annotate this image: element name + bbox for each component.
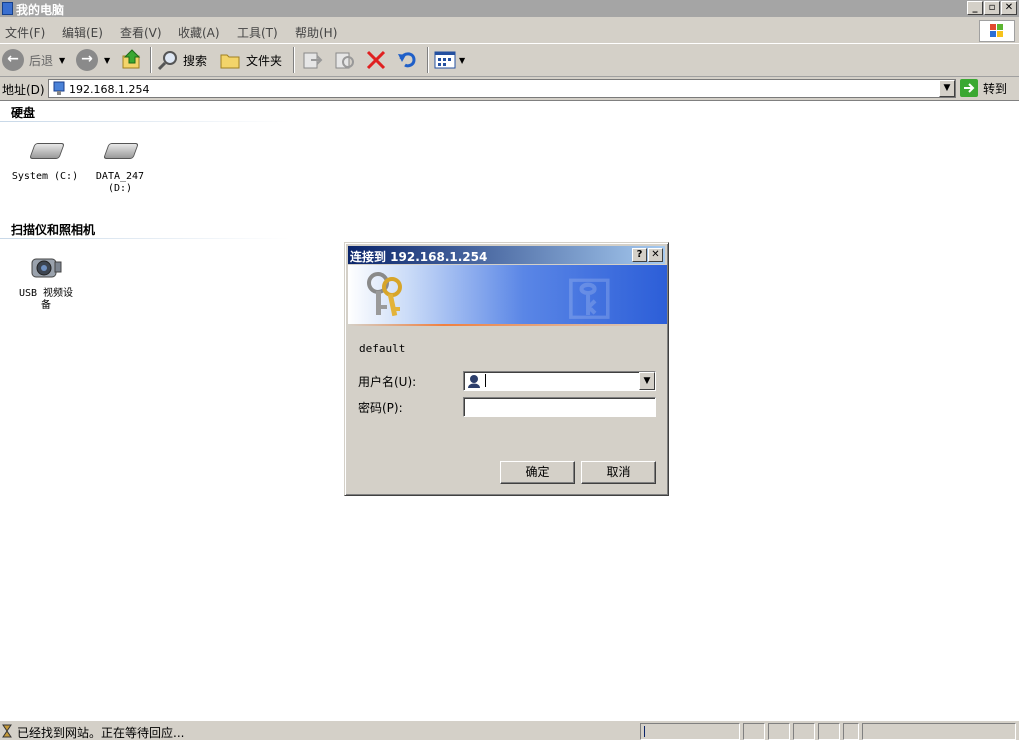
password-label: 密码(P):: [358, 401, 403, 415]
up-folder-icon: [122, 49, 141, 69]
undo-icon: [398, 52, 416, 68]
drive-item-d[interactable]: DATA_247 (D:): [88, 137, 152, 197]
forward-button[interactable]: → ▼: [76, 48, 110, 72]
title-bar: 我的电脑 _ ▫ ✕: [0, 0, 1019, 17]
status-text: 已经找到网站。正在等待回应...: [17, 726, 185, 740]
folder-icon: [220, 54, 240, 69]
menu-edit[interactable]: 编辑(E): [62, 24, 103, 41]
menu-bar: 文件(F) 编辑(E) 查看(V) 收藏(A) 工具(T) 帮助(H): [0, 17, 1019, 44]
delete-icon: [366, 50, 386, 70]
status-panel: [768, 723, 790, 740]
hourglass-icon: [2, 724, 12, 738]
menu-favorites[interactable]: 收藏(A): [178, 24, 220, 41]
status-bar: 已经找到网站。正在等待回应...: [0, 720, 1019, 740]
delete-button[interactable]: [365, 48, 387, 72]
copy-to-button[interactable]: [333, 48, 355, 72]
go-arrow-icon: [960, 79, 978, 97]
dialog-title-bar: 连接到 192.168.1.254 ? ✕: [348, 246, 665, 264]
forward-arrow-icon: →: [76, 49, 98, 71]
dropdown-arrow-icon: ▼: [59, 55, 66, 65]
back-label: 后退: [29, 53, 54, 68]
windows-logo-icon: [979, 20, 1015, 42]
ok-button[interactable]: 确定: [500, 461, 575, 484]
banner-watermark: ⚿: [568, 267, 611, 324]
progress-panel: [640, 723, 740, 740]
realm-text: default: [359, 342, 406, 355]
hard-drive-icon: [103, 143, 139, 159]
group-title-scanners: 扫描仪和照相机: [11, 223, 96, 237]
search-label: 搜索: [183, 53, 208, 68]
copy-to-icon: [335, 52, 354, 69]
up-folder-button[interactable]: [120, 48, 144, 72]
zone-panel: [862, 723, 1016, 740]
status-panel: [843, 723, 859, 740]
search-icon: [157, 51, 177, 71]
menu-help[interactable]: 帮助(H): [295, 24, 337, 41]
menu-file[interactable]: 文件(F): [5, 24, 45, 41]
move-to-button[interactable]: [301, 48, 323, 72]
address-input[interactable]: 192.168.1.254 ▼: [48, 79, 956, 98]
dropdown-arrow-icon: ▼: [104, 55, 111, 65]
status-panel: [743, 723, 765, 740]
keys-icon: [367, 272, 402, 317]
menu-view[interactable]: 查看(V): [120, 24, 162, 41]
camera-label: USB 视频设 备: [18, 288, 74, 311]
username-label: 用户名(U):: [358, 375, 417, 389]
dialog-help-button[interactable]: ?: [632, 248, 647, 262]
drive-label: DATA_247 (D:): [95, 171, 145, 194]
address-label: 地址(D): [2, 83, 45, 97]
move-to-icon: [303, 52, 323, 69]
group-title-disks: 硬盘: [11, 106, 36, 120]
text-cursor: [485, 374, 486, 387]
drive-item-c[interactable]: System (C:): [10, 137, 80, 189]
toolbar: ← 后退 ▼ → ▼ 搜索 文件夹 ▼: [0, 44, 1019, 77]
status-panel: [793, 723, 815, 740]
cancel-button[interactable]: 取消: [581, 461, 656, 484]
close-button[interactable]: ✕: [1001, 1, 1017, 15]
drive-label: System (C:): [11, 171, 79, 182]
back-arrow-icon: ←: [2, 49, 24, 71]
dropdown-arrow-icon: ▼: [459, 55, 466, 65]
minimize-button[interactable]: _: [967, 1, 983, 15]
address-value: 192.168.1.254: [69, 83, 150, 96]
views-icon: [434, 51, 456, 69]
folders-label: 文件夹: [246, 53, 283, 68]
restore-button[interactable]: ▫: [984, 1, 1000, 15]
camera-item[interactable]: USB 视频设 备: [12, 253, 80, 313]
search-button[interactable]: 搜索: [157, 48, 207, 72]
address-dropdown-button[interactable]: ▼: [939, 80, 955, 97]
username-dropdown-button[interactable]: ▼: [639, 372, 655, 390]
login-dialog: 连接到 192.168.1.254 ? ✕ ⚿ default 用户名(U): …: [344, 242, 669, 496]
dialog-banner: ⚿: [348, 265, 667, 324]
go-button[interactable]: 转到: [960, 79, 1007, 97]
status-panel: [818, 723, 840, 740]
hard-drive-icon: [29, 143, 65, 159]
my-computer-icon: [2, 2, 13, 15]
menu-tools[interactable]: 工具(T): [237, 24, 278, 41]
dialog-title: 连接到 192.168.1.254: [350, 250, 488, 264]
folders-button[interactable]: 文件夹: [219, 48, 282, 72]
address-bar: 地址(D) 192.168.1.254 ▼ 转到: [0, 77, 1019, 101]
network-icon: [53, 81, 65, 95]
user-icon: [468, 375, 480, 388]
window-title: 我的电脑: [16, 3, 65, 17]
back-button[interactable]: ← 后退 ▼: [2, 48, 65, 72]
dialog-close-button[interactable]: ✕: [648, 248, 663, 262]
username-field[interactable]: ▼: [463, 371, 656, 391]
video-camera-icon: [31, 258, 62, 278]
undo-button[interactable]: [396, 48, 418, 72]
go-label: 转到: [983, 81, 1008, 96]
password-field[interactable]: [463, 397, 656, 417]
views-button[interactable]: ▼: [434, 48, 465, 72]
